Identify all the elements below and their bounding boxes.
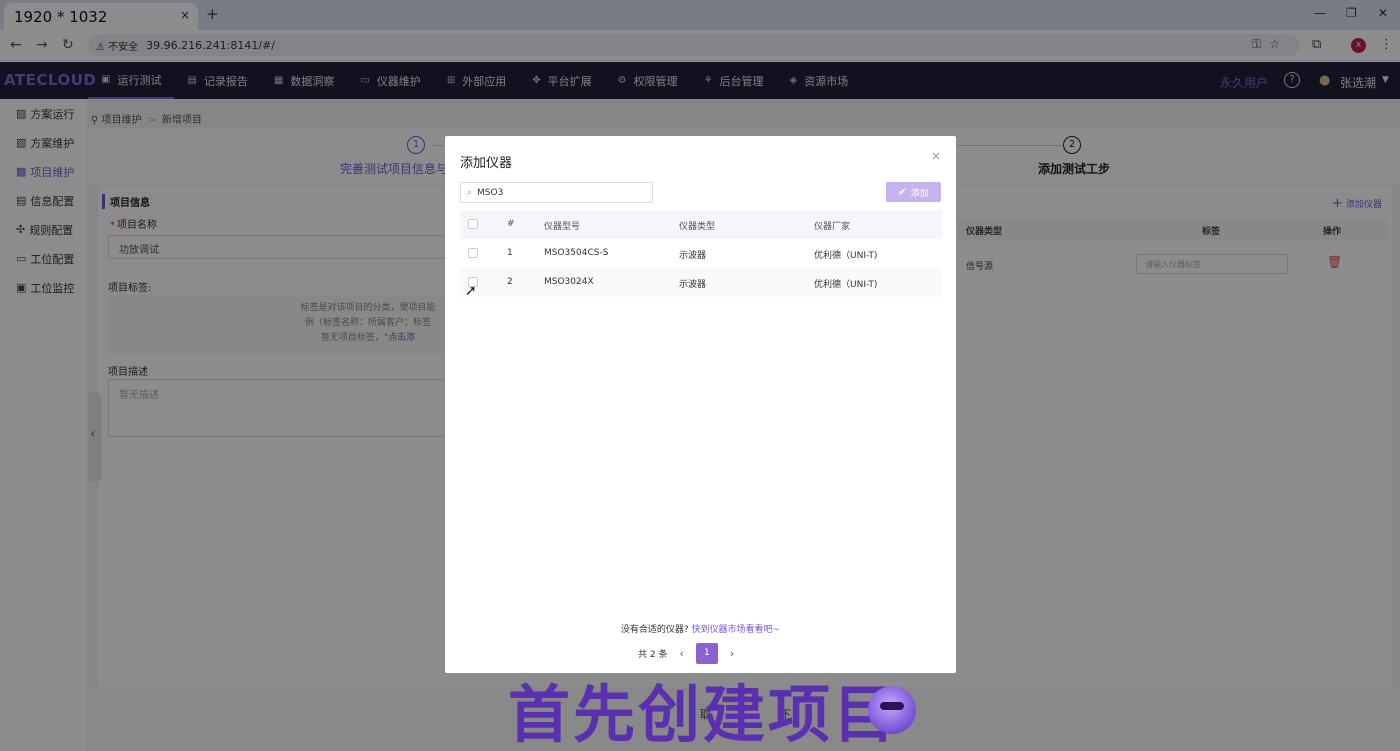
no-device-hint: 没有合适的仪器? 快到仪器市场看看吧~ (620, 625, 781, 635)
page-number[interactable]: 1 (695, 642, 718, 664)
device-search[interactable]: ⌕ (460, 182, 653, 203)
mouse-cursor-icon: ➚ (465, 283, 477, 299)
device-table: # 仪器型号 仪器类型 仪器厂家 1 MSO3504CS-S 示波器 优利德（U… (460, 210, 942, 297)
total-count: 共 2 条 (638, 649, 668, 660)
video-caption: 首先创建项目 (508, 678, 899, 751)
next-page-icon[interactable]: › (730, 647, 734, 660)
market-link[interactable]: 快到仪器市场看看吧~ (692, 625, 781, 635)
col-type: 仪器类型 (679, 222, 716, 232)
col-index: # (507, 219, 515, 229)
mascot-icon (868, 686, 916, 734)
table-row[interactable]: 1 MSO3504CS-S 示波器 优利德（UNI-T) (460, 239, 942, 268)
search-icon: ⌕ (467, 187, 473, 198)
table-header: # 仪器型号 仪器类型 仪器厂家 (460, 210, 942, 239)
row-checkbox[interactable] (468, 248, 478, 258)
search-input[interactable] (477, 187, 638, 198)
dialog-title: 添加仪器 (460, 156, 513, 171)
prev-page-icon[interactable]: ‹ (679, 647, 683, 660)
close-icon[interactable]: × (931, 149, 941, 163)
pagination: 共 2 条 ‹ 1 › (638, 642, 746, 664)
col-vendor: 仪器厂家 (814, 222, 851, 232)
select-all-checkbox[interactable] (468, 219, 478, 229)
confirm-add-button[interactable]: ✔ 添加 (886, 182, 941, 202)
check-icon: ✔ (898, 186, 907, 198)
table-row[interactable]: 2 MSO3024X 示波器 优利德（UNI-T) (460, 268, 942, 297)
col-model: 仪器型号 (544, 222, 581, 232)
add-device-dialog: 添加仪器 × ⌕ ✔添加 # 仪器型号 仪器类型 仪器厂家 1 MSO3504C… (445, 136, 956, 673)
